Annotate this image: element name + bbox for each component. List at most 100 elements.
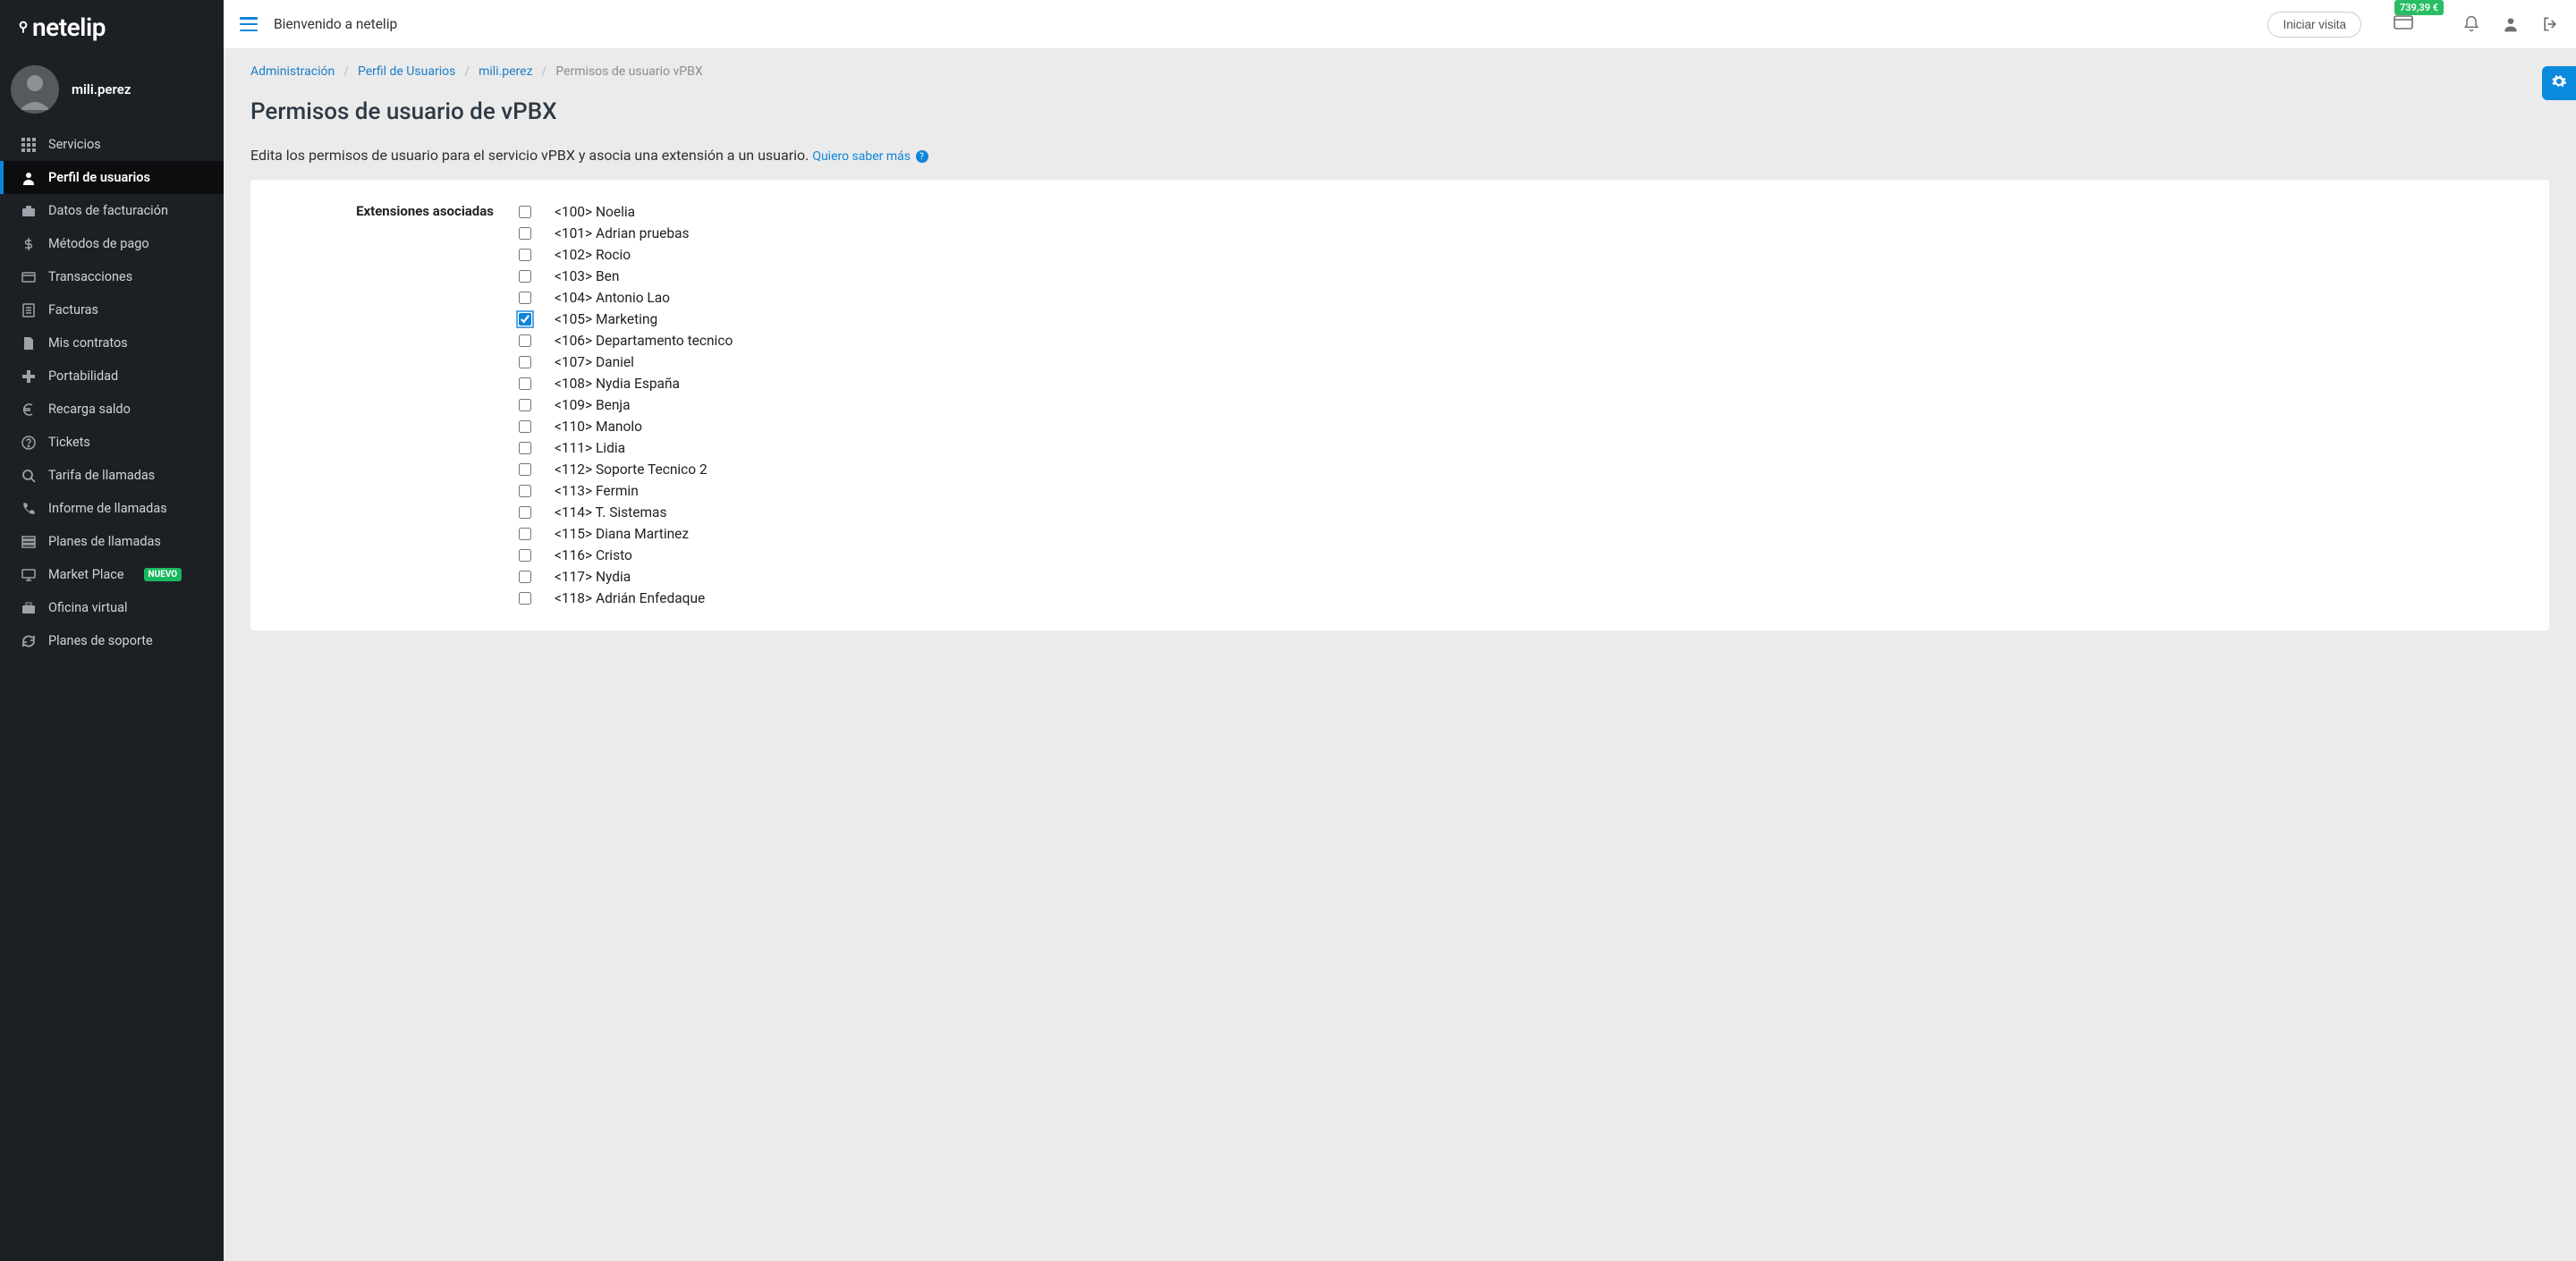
extension-checkbox[interactable] — [519, 592, 531, 605]
user-icon — [21, 171, 36, 185]
extension-item: <107> Daniel — [519, 351, 2512, 373]
euro-icon — [21, 402, 36, 417]
pin-icon — [16, 13, 30, 30]
help-link[interactable]: Quiero saber más ? — [812, 149, 928, 164]
extension-item: <112> Soporte Tecnico 2 — [519, 459, 2512, 480]
extension-label: <116> Cristo — [555, 547, 632, 563]
breadcrumb-item[interactable]: mili.perez — [479, 64, 532, 79]
extension-label: <118> Adrián Enfedaque — [555, 590, 705, 606]
extension-checkbox[interactable] — [519, 506, 531, 519]
menu-toggle-icon[interactable] — [240, 17, 258, 31]
sidebar-item-label: Perfil de usuarios — [48, 170, 150, 185]
nuevo-badge: NUEVO — [144, 568, 182, 581]
briefcase-icon — [21, 204, 36, 218]
extension-checkbox[interactable] — [519, 356, 531, 368]
sidebar-item-recarga-saldo[interactable]: Recarga saldo — [0, 393, 224, 426]
extension-item: <117> Nydia — [519, 566, 2512, 588]
extension-label: <101> Adrian pruebas — [555, 225, 690, 241]
extension-item: <101> Adrian pruebas — [519, 223, 2512, 244]
sidebar-item-label: Facturas — [48, 302, 98, 317]
sidebar-item-datos-de-facturación[interactable]: Datos de facturación — [0, 194, 224, 227]
extension-item: <116> Cristo — [519, 545, 2512, 566]
refresh-icon — [21, 634, 36, 648]
balance-block[interactable]: 739,39 € — [2394, 15, 2442, 33]
sidebar-item-métodos-de-pago[interactable]: Métodos de pago — [0, 227, 224, 260]
extension-item: <109> Benja — [519, 394, 2512, 416]
settings-tab[interactable] — [2542, 66, 2576, 100]
extension-checkbox[interactable] — [519, 206, 531, 218]
extension-checkbox[interactable] — [519, 399, 531, 411]
file-icon — [21, 303, 36, 317]
logo-text: netelip — [32, 13, 106, 42]
bell-icon[interactable] — [2462, 14, 2481, 34]
extension-checkbox[interactable] — [519, 334, 531, 347]
sidebar-item-label: Oficina virtual — [48, 600, 128, 615]
avatar — [11, 65, 59, 114]
extension-label: <105> Marketing — [555, 311, 657, 327]
breadcrumb-item[interactable]: Administración — [250, 64, 335, 79]
sidebar-item-tarifa-de-llamadas[interactable]: Tarifa de llamadas — [0, 459, 224, 492]
sidebar-item-label: Tarifa de llamadas — [48, 468, 155, 483]
extension-label: <109> Benja — [555, 397, 631, 413]
extension-checkbox[interactable] — [519, 377, 531, 390]
extension-label: <117> Nydia — [555, 569, 631, 585]
briefcase2-icon — [21, 601, 36, 615]
description-text: Edita los permisos de usuario para el se… — [250, 147, 809, 164]
extension-checkbox[interactable] — [519, 292, 531, 304]
sidebar-item-perfil-de-usuarios[interactable]: Perfil de usuarios — [0, 161, 224, 194]
sidebar-item-label: Planes de soporte — [48, 633, 153, 648]
extension-checkbox[interactable] — [519, 313, 531, 326]
extension-label: <111> Lidia — [555, 440, 625, 456]
extension-checkbox[interactable] — [519, 249, 531, 261]
extension-item: <103> Ben — [519, 266, 2512, 287]
extension-checkbox[interactable] — [519, 442, 531, 454]
plus-icon — [21, 369, 36, 384]
extensions-label: Extensiones asociadas — [288, 201, 494, 219]
extension-checkbox[interactable] — [519, 549, 531, 562]
sidebar-item-label: Datos de facturación — [48, 203, 168, 218]
sidebar-item-label: Mis contratos — [48, 335, 128, 351]
extension-label: <114> T. Sistemas — [555, 504, 666, 520]
sidebar-item-portabilidad[interactable]: Portabilidad — [0, 360, 224, 393]
extension-checkbox[interactable] — [519, 485, 531, 497]
breadcrumb-separator: / — [464, 64, 470, 79]
topbar-icons: 739,39 € — [2394, 14, 2560, 34]
extension-item: <108> Nydia España — [519, 373, 2512, 394]
sidebar-item-label: Planes de llamadas — [48, 534, 161, 549]
sidebar-item-market-place[interactable]: Market PlaceNUEVO — [0, 558, 224, 591]
extension-checkbox[interactable] — [519, 420, 531, 433]
logout-icon[interactable] — [2540, 14, 2560, 34]
breadcrumb-separator: / — [343, 64, 349, 79]
sidebar-item-oficina-virtual[interactable]: Oficina virtual — [0, 591, 224, 624]
help-icon: ? — [916, 150, 928, 163]
extension-checkbox[interactable] — [519, 528, 531, 540]
sidebar-item-planes-de-soporte[interactable]: Planes de soporte — [0, 624, 224, 657]
sidebar-item-mis-contratos[interactable]: Mis contratos — [0, 326, 224, 360]
help-icon — [21, 436, 36, 450]
sidebar-item-facturas[interactable]: Facturas — [0, 293, 224, 326]
breadcrumb-item[interactable]: Perfil de Usuarios — [358, 64, 455, 79]
extension-label: <115> Diana Martinez — [555, 526, 689, 542]
sidebar-item-planes-de-llamadas[interactable]: Planes de llamadas — [0, 525, 224, 558]
start-visit-button[interactable]: Iniciar visita — [2267, 12, 2361, 38]
extension-checkbox[interactable] — [519, 463, 531, 476]
user-block[interactable]: mili.perez — [0, 58, 224, 128]
extension-label: <106> Departamento tecnico — [555, 333, 733, 349]
extension-checkbox[interactable] — [519, 571, 531, 583]
sidebar-item-transacciones[interactable]: Transacciones — [0, 260, 224, 293]
user-icon[interactable] — [2501, 14, 2521, 34]
extension-checkbox[interactable] — [519, 227, 531, 240]
sidebar-item-label: Métodos de pago — [48, 236, 149, 251]
sidebar-item-informe-de-llamadas[interactable]: Informe de llamadas — [0, 492, 224, 525]
sidebar-item-tickets[interactable]: Tickets — [0, 426, 224, 459]
extension-label: <112> Soporte Tecnico 2 — [555, 461, 708, 478]
card-icon — [2394, 16, 2413, 33]
extension-checkbox[interactable] — [519, 270, 531, 283]
extension-item: <118> Adrián Enfedaque — [519, 588, 2512, 609]
logo[interactable]: netelip — [16, 13, 208, 42]
extensions-panel: Extensiones asociadas <100> Noelia<101> … — [250, 180, 2549, 630]
logo-area: netelip — [0, 0, 224, 58]
extension-item: <115> Diana Martinez — [519, 523, 2512, 545]
main: Bienvenido a netelip Iniciar visita 739,… — [224, 0, 2576, 1261]
sidebar-item-servicios[interactable]: Servicios — [0, 128, 224, 161]
